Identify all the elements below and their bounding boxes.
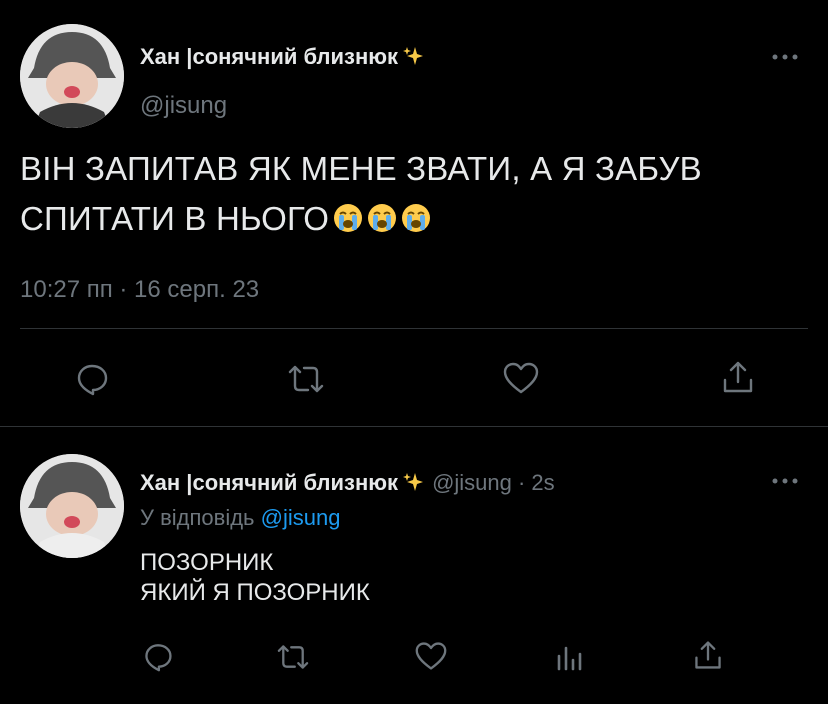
replying-to-label: У відповідь [140,505,255,530]
tweet-text-line-2: СПИТАТИ В НЬОГО [20,200,330,237]
divider [0,426,828,427]
heart-icon[interactable] [502,360,540,396]
more-icon[interactable] [770,50,800,62]
avatar[interactable] [20,24,124,128]
tweet-timestamp[interactable]: 10:27 пп · 16 серп. 23 [20,276,259,304]
loudly-crying-face-emoji [401,197,431,247]
replying-to-link[interactable]: @jisung [261,505,341,530]
display-name[interactable]: Хан |сонячний близнюк [140,470,398,495]
loudly-crying-face-emoji [367,197,397,247]
display-name[interactable]: Хан |сонячний близнюк [140,44,398,69]
divider [20,328,808,329]
sparkles-icon [402,471,424,498]
reply-text-line-2: ЯКИЙ Я ПОЗОРНИК [140,579,370,606]
handle[interactable]: @jisung [140,92,227,120]
reply-text-line-1: ПОЗОРНИК [140,549,274,576]
reply-icon[interactable] [74,360,110,396]
retweet-icon[interactable] [275,642,311,672]
sparkles-icon [402,45,424,73]
avatar[interactable] [20,454,124,558]
tweet-text-line-1: ВІН ЗАПИТАВ ЯК МЕНЕ ЗВАТИ, А Я ЗАБУВ [20,150,702,187]
retweet-icon[interactable] [286,362,326,396]
share-icon[interactable] [692,638,724,672]
analytics-icon[interactable] [554,642,584,672]
heart-icon[interactable] [414,640,448,672]
handle-time[interactable]: @jisung · 2s [432,470,555,495]
loudly-crying-face-emoji [333,197,363,247]
share-icon[interactable] [720,358,756,396]
more-icon[interactable] [770,474,800,486]
reply-icon[interactable] [142,640,174,672]
